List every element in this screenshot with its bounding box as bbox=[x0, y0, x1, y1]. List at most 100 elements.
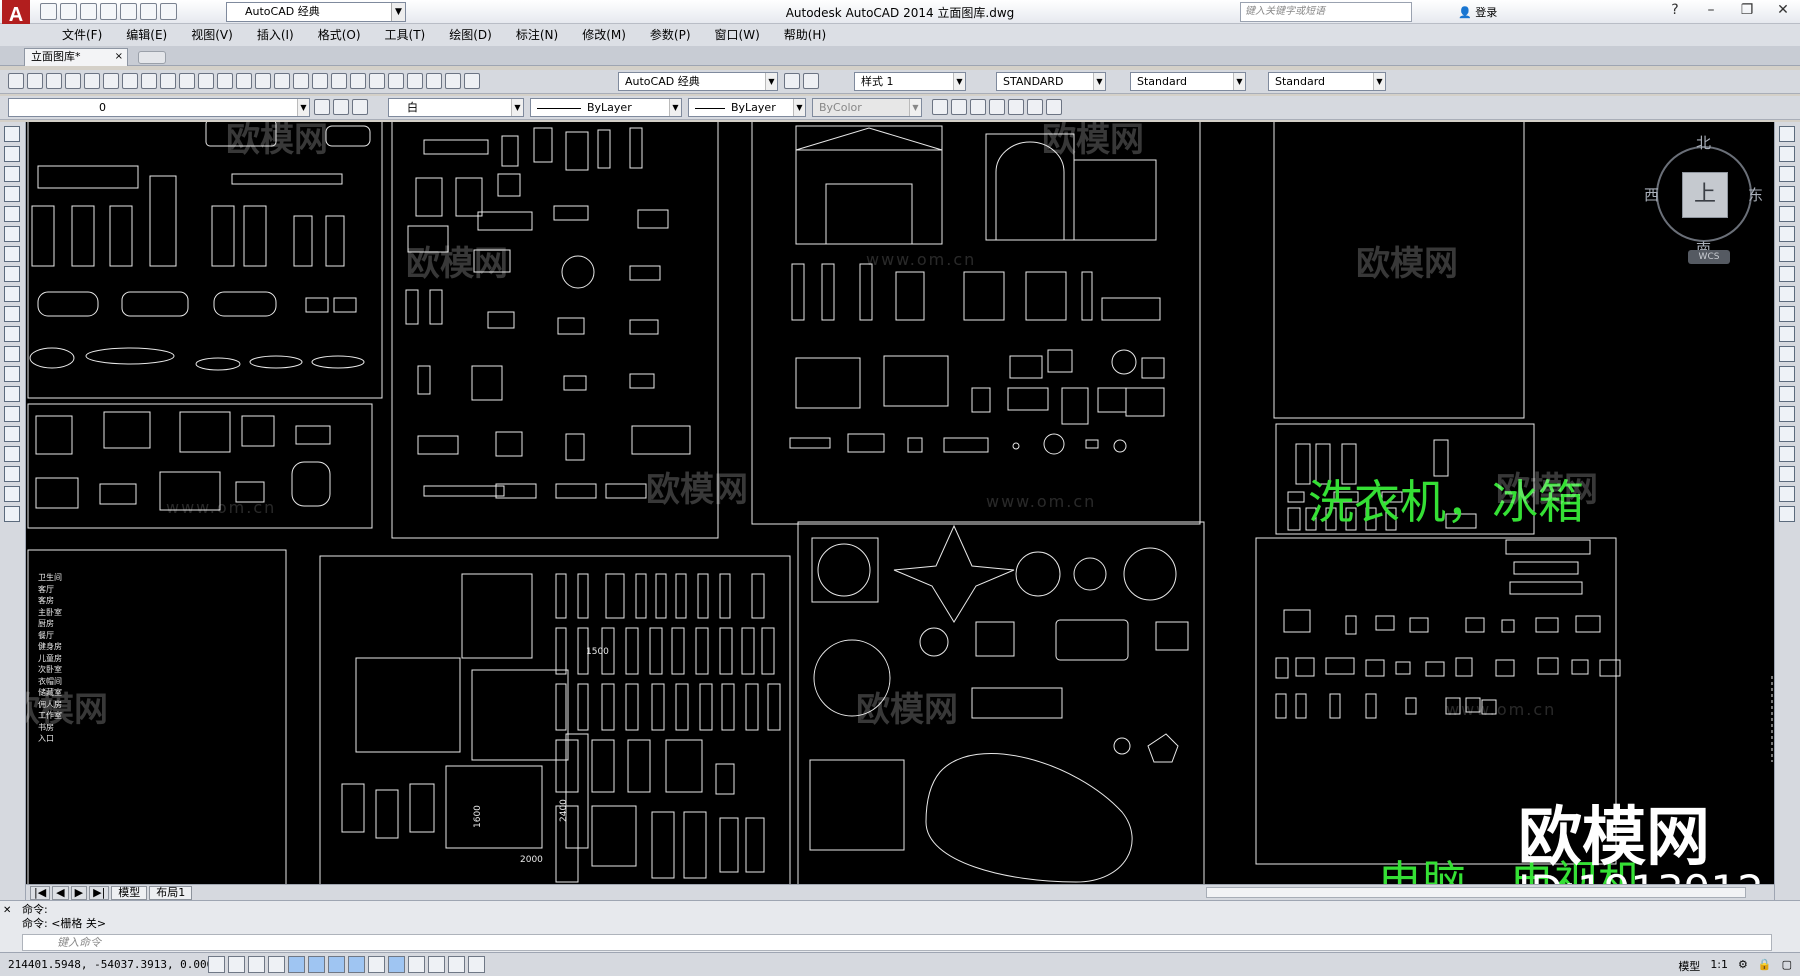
polyline-icon[interactable] bbox=[4, 166, 20, 182]
menu-help[interactable]: 帮助(H) bbox=[772, 24, 838, 46]
text-style-combo[interactable]: 样式 1 ▼ bbox=[854, 72, 966, 91]
menu-parametric[interactable]: 参数(P) bbox=[638, 24, 703, 46]
menu-draw[interactable]: 绘图(D) bbox=[437, 24, 504, 46]
save-file-icon[interactable] bbox=[46, 73, 62, 89]
top-view-icon[interactable] bbox=[951, 99, 967, 115]
last-layout-icon[interactable]: ▶| bbox=[89, 886, 110, 900]
file-tab-active[interactable]: 立面图库* × bbox=[24, 48, 128, 66]
preview-icon[interactable] bbox=[84, 73, 100, 89]
close-icon[interactable]: ✕ bbox=[1772, 2, 1794, 18]
menu-view[interactable]: 视图(V) bbox=[179, 24, 245, 46]
offset-icon[interactable] bbox=[1779, 186, 1795, 202]
arc-icon[interactable] bbox=[4, 226, 20, 242]
add-selected-icon[interactable] bbox=[4, 506, 20, 522]
gear-icon[interactable]: ⚙ bbox=[1738, 958, 1748, 974]
lock-icon[interactable]: 🔒 bbox=[1758, 958, 1772, 974]
chamfer-icon[interactable] bbox=[1779, 386, 1795, 402]
login-button[interactable]: 👤 登录 bbox=[1458, 4, 1497, 20]
zoom-realtime-icon[interactable] bbox=[293, 73, 309, 89]
layer-iso-icon[interactable] bbox=[1779, 486, 1795, 502]
front-view-icon[interactable] bbox=[970, 99, 986, 115]
clean-screen-icon[interactable]: ▢ bbox=[1782, 958, 1792, 974]
menu-tools[interactable]: 工具(T) bbox=[373, 24, 438, 46]
fillet-icon[interactable] bbox=[1779, 406, 1795, 422]
polar-icon[interactable] bbox=[288, 956, 305, 973]
help-search-input[interactable]: 键入关键字或短语 bbox=[1240, 2, 1412, 22]
minimize-icon[interactable]: – bbox=[1700, 2, 1722, 18]
compass-east[interactable]: 东 bbox=[1748, 184, 1763, 205]
viewcube[interactable]: 上 北 南 东 西 WCS bbox=[1644, 132, 1764, 264]
layer-combo[interactable]: 0 ▼ bbox=[8, 98, 310, 117]
compass-north[interactable]: 北 bbox=[1696, 132, 1711, 153]
wcs-menu[interactable]: WCS bbox=[1688, 250, 1730, 264]
mirror-icon[interactable] bbox=[1779, 166, 1795, 182]
markup-icon[interactable] bbox=[426, 73, 442, 89]
close-icon[interactable]: ✕ bbox=[3, 905, 17, 916]
lineweight-combo[interactable]: ByLayer ▼ bbox=[688, 98, 806, 117]
model-space-button[interactable]: 模型 bbox=[1678, 958, 1700, 974]
help-tool-icon[interactable] bbox=[464, 73, 480, 89]
infer-constraints-icon[interactable] bbox=[208, 956, 225, 973]
plot-icon[interactable] bbox=[65, 73, 81, 89]
3dprint-icon[interactable] bbox=[122, 73, 138, 89]
cut-icon[interactable] bbox=[141, 73, 157, 89]
menu-insert[interactable]: 插入(I) bbox=[245, 24, 306, 46]
line-icon[interactable] bbox=[4, 126, 20, 142]
qnew-icon[interactable] bbox=[8, 73, 24, 89]
stretch-icon[interactable] bbox=[1779, 286, 1795, 302]
block-editor-icon[interactable] bbox=[217, 73, 233, 89]
table-icon[interactable] bbox=[4, 466, 20, 482]
left-view-icon[interactable] bbox=[989, 99, 1005, 115]
ellipse-icon[interactable] bbox=[4, 306, 20, 322]
linetype-combo[interactable]: ByLayer ▼ bbox=[530, 98, 682, 117]
menu-modify[interactable]: 修改(M) bbox=[570, 24, 638, 46]
rotate-icon[interactable] bbox=[1779, 246, 1795, 262]
pan-icon[interactable] bbox=[274, 73, 290, 89]
paste-icon[interactable] bbox=[179, 73, 195, 89]
menu-format[interactable]: 格式(O) bbox=[306, 24, 373, 46]
scale-icon[interactable] bbox=[1779, 266, 1795, 282]
zoom-window-icon[interactable] bbox=[312, 73, 328, 89]
help-icon[interactable]: ? bbox=[1664, 2, 1686, 18]
mleader-style-combo[interactable]: Standard ▼ bbox=[1268, 72, 1386, 91]
ducs-icon[interactable] bbox=[368, 956, 385, 973]
polygon-icon[interactable] bbox=[4, 186, 20, 202]
orbit-icon[interactable] bbox=[1008, 99, 1024, 115]
circle-icon[interactable] bbox=[4, 246, 20, 262]
redo-tool-icon[interactable] bbox=[255, 73, 271, 89]
otrack-icon[interactable] bbox=[348, 956, 365, 973]
layer-off-icon[interactable] bbox=[1779, 506, 1795, 522]
spline-icon[interactable] bbox=[4, 286, 20, 302]
first-layout-icon[interactable]: |◀ bbox=[30, 886, 51, 900]
join-icon[interactable] bbox=[1779, 366, 1795, 382]
undo-tool-icon[interactable] bbox=[236, 73, 252, 89]
table-style-combo[interactable]: Standard ▼ bbox=[1130, 72, 1246, 91]
tab-layout1[interactable]: 布局1 bbox=[149, 886, 193, 900]
new-tab-button[interactable] bbox=[138, 51, 166, 64]
menu-window[interactable]: 窗口(W) bbox=[703, 24, 772, 46]
viewcube-top-face[interactable]: 上 bbox=[1682, 172, 1728, 218]
menu-dimension[interactable]: 标注(N) bbox=[504, 24, 570, 46]
layer-previous-icon[interactable] bbox=[352, 99, 368, 115]
dyn-icon[interactable] bbox=[388, 956, 405, 973]
layer-walk-icon[interactable] bbox=[1779, 446, 1795, 462]
trim-icon[interactable] bbox=[1779, 306, 1795, 322]
command-input[interactable]: 键入命令 bbox=[22, 934, 1772, 951]
annotation-scale[interactable]: 1:1 bbox=[1710, 958, 1728, 974]
point-icon[interactable] bbox=[4, 386, 20, 402]
named-views-icon[interactable] bbox=[932, 99, 948, 115]
extend-icon[interactable] bbox=[1779, 326, 1795, 342]
break-icon[interactable] bbox=[1779, 346, 1795, 362]
compass-west[interactable]: 西 bbox=[1644, 184, 1659, 205]
tab-model[interactable]: 模型 bbox=[111, 886, 148, 900]
properties-icon[interactable] bbox=[350, 73, 366, 89]
layer-match-icon[interactable] bbox=[1779, 466, 1795, 482]
transparency-icon[interactable] bbox=[428, 956, 445, 973]
hatch-icon[interactable] bbox=[4, 406, 20, 422]
array-icon[interactable] bbox=[1779, 206, 1795, 222]
selection-cycling-icon[interactable] bbox=[468, 956, 485, 973]
dim-style-combo[interactable]: STANDARD ▼ bbox=[996, 72, 1106, 91]
3dosnap-icon[interactable] bbox=[328, 956, 345, 973]
zoom-previous-icon[interactable] bbox=[331, 73, 347, 89]
gradient-icon[interactable] bbox=[4, 426, 20, 442]
